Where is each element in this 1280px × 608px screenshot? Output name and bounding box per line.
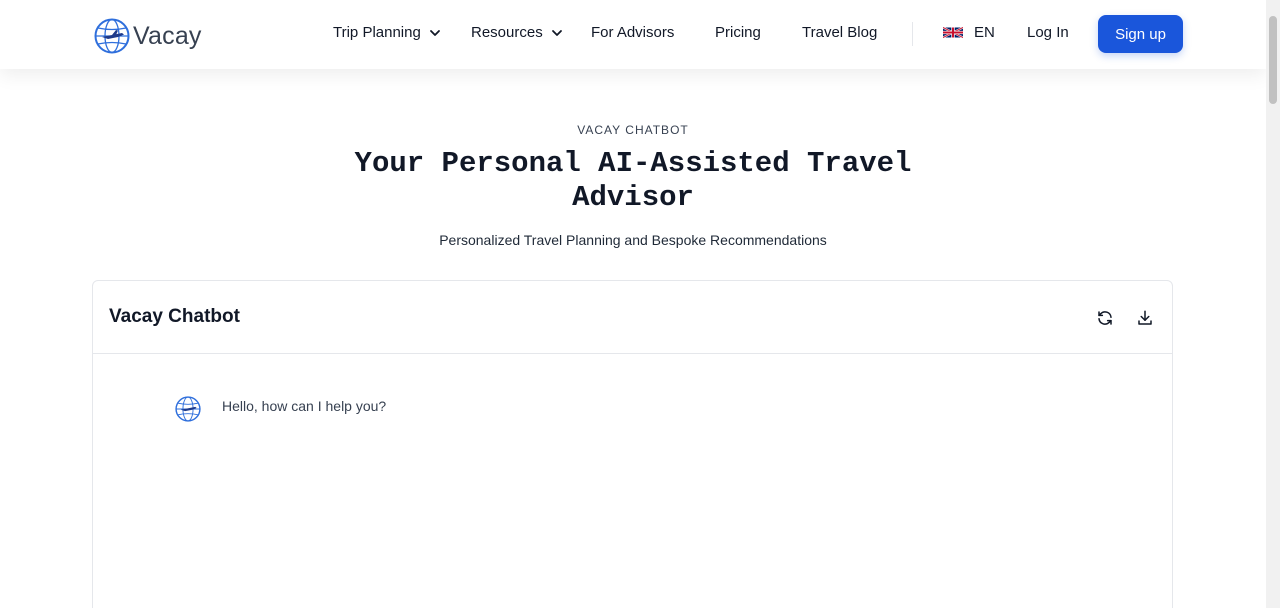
nav-trip-planning[interactable]: Trip Planning (333, 24, 441, 41)
bot-avatar-icon (175, 396, 201, 422)
page-title-line-1: Your Personal AI-Assisted Travel (354, 147, 912, 180)
chevron-down-icon (429, 29, 440, 36)
top-navbar: Vacay Trip Planning Resources For Adviso… (0, 0, 1266, 69)
chat-message: Hello, how can I help you? (175, 396, 386, 422)
page-scrollbar[interactable] (1266, 0, 1280, 608)
section-eyebrow: VACAY CHATBOT (577, 123, 689, 137)
chatbot-header: Vacay Chatbot (93, 281, 1172, 354)
language-selector[interactable]: EN (943, 24, 995, 41)
login-link[interactable]: Log In (1027, 24, 1069, 41)
page-title: Your Personal AI-Assisted Travel Advisor (333, 147, 933, 215)
vacay-logo[interactable]: Vacay (94, 18, 202, 54)
chatbot-title: Vacay Chatbot (109, 306, 240, 327)
language-label: EN (974, 24, 995, 41)
chat-message-text: Hello, how can I help you? (222, 398, 387, 414)
nav-trip-planning-label: Trip Planning (333, 24, 421, 41)
chevron-down-icon (551, 29, 562, 36)
uk-flag-icon (943, 26, 963, 39)
nav-resources-label: Resources (471, 24, 543, 41)
page-title-line-2: Advisor (572, 181, 694, 214)
scrollbar-thumb[interactable] (1269, 16, 1277, 104)
page-subtitle: Personalized Travel Planning and Bespoke… (439, 232, 827, 248)
nav-travel-blog[interactable]: Travel Blog (802, 24, 877, 41)
nav-for-advisors[interactable]: For Advisors (591, 24, 674, 41)
nav-pricing[interactable]: Pricing (715, 24, 761, 41)
refresh-icon[interactable] (1096, 309, 1114, 327)
nav-divider (912, 22, 913, 46)
download-icon[interactable] (1136, 309, 1154, 327)
nav-resources[interactable]: Resources (471, 24, 563, 41)
signup-button[interactable]: Sign up (1098, 15, 1183, 53)
brand-name: Vacay (133, 21, 202, 50)
globe-airplane-icon (94, 18, 130, 54)
chatbot-panel: Vacay Chatbot Hello, how can I help you? (92, 280, 1173, 608)
